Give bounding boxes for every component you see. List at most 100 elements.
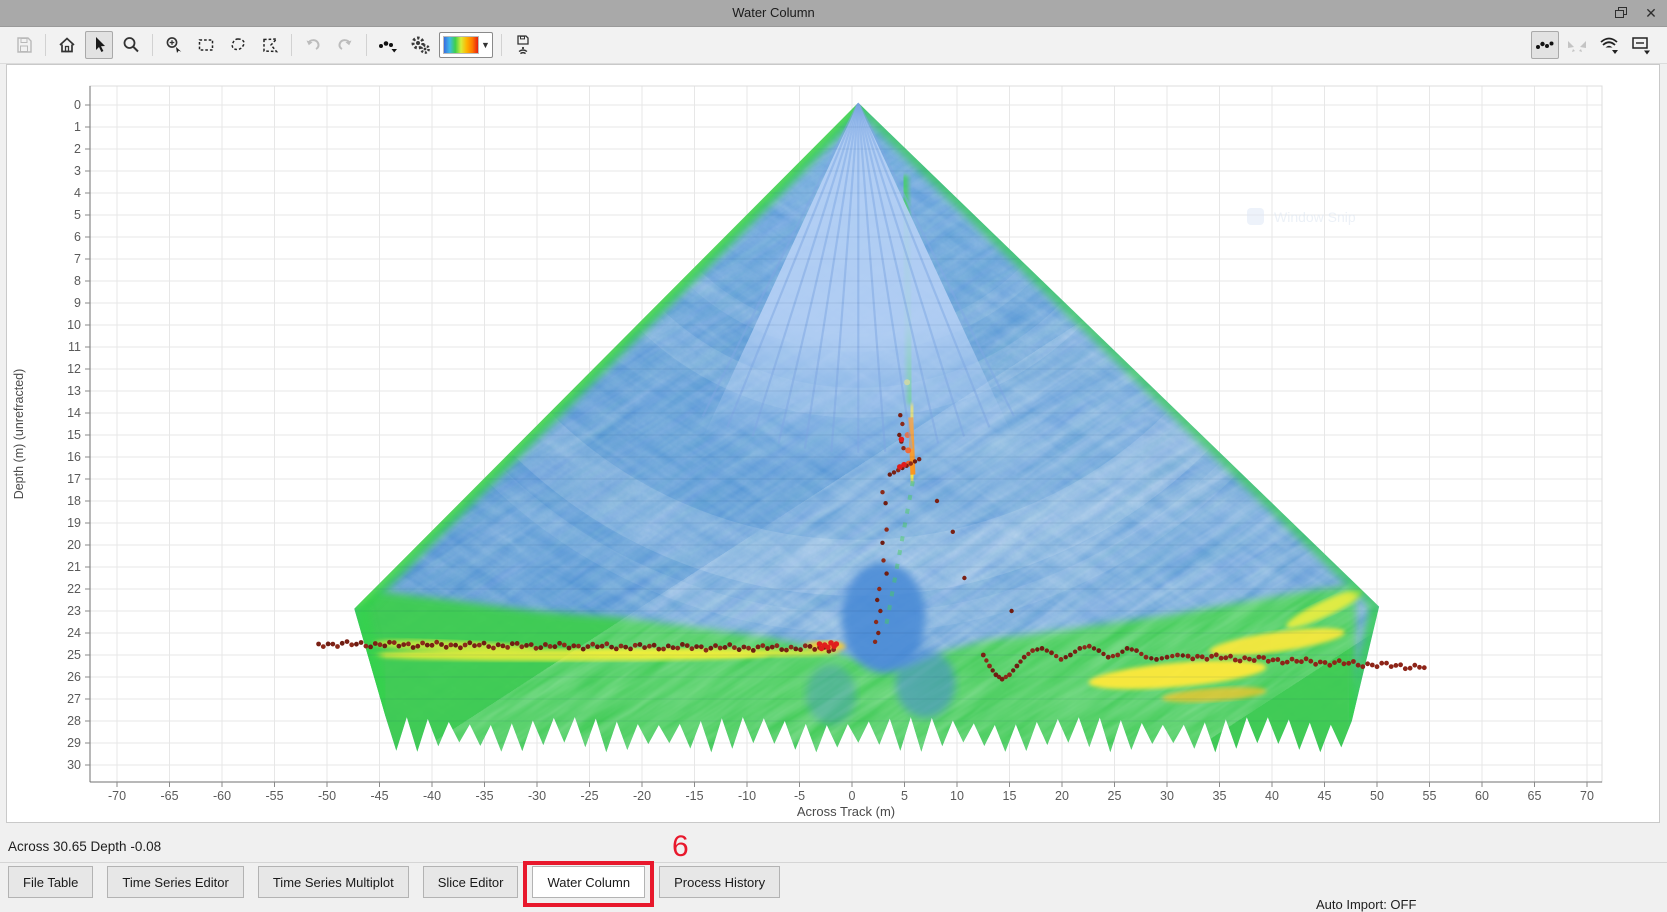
svg-text:-10: -10 [738,789,756,803]
redo-icon[interactable] [331,31,359,59]
undo-icon[interactable] [299,31,327,59]
svg-text:19: 19 [67,516,81,530]
bottom-bar: Across 30.65 Depth -0.08 File TableTime … [0,824,1667,910]
svg-text:70: 70 [1580,789,1594,803]
svg-text:11: 11 [68,340,81,354]
svg-text:-70: -70 [108,789,126,803]
rect-select-icon[interactable] [192,31,220,59]
svg-text:-55: -55 [265,789,283,803]
svg-text:23: 23 [67,604,81,618]
svg-text:-15: -15 [685,789,703,803]
svg-text:18: 18 [67,494,81,508]
y-axis-title: Depth (m) (unrefracted) [12,369,26,500]
svg-text:-50: -50 [318,789,336,803]
magnifier-icon[interactable] [117,31,145,59]
svg-text:-45: -45 [370,789,388,803]
svg-text:8: 8 [74,274,81,288]
svg-text:14: 14 [67,406,81,420]
svg-text:30: 30 [1160,789,1174,803]
zoom-select-icon[interactable] [160,31,188,59]
tab-time-series-multiplot[interactable]: Time Series Multiplot [258,866,409,898]
colormap-select[interactable]: ▼ [439,32,493,58]
save-icon[interactable] [10,31,38,59]
polygon-select-icon[interactable] [256,31,284,59]
window-title: Water Column [0,5,1547,20]
annotation-number: 6 [672,832,689,862]
svg-text:-65: -65 [160,789,178,803]
svg-text:21: 21 [67,560,81,574]
svg-text:-25: -25 [580,789,598,803]
pointer-tool-icon[interactable] [85,31,113,59]
water-column-fan [7,65,1659,822]
chevron-down-icon: ▼ [479,40,492,50]
svg-text:0: 0 [74,98,81,112]
restore-window-icon[interactable] [1613,5,1629,21]
svg-text:-20: -20 [633,789,651,803]
export-fan-icon[interactable] [509,31,537,59]
svg-text:27: 27 [67,692,81,706]
colormap-swatch [443,36,479,54]
svg-text:29: 29 [67,736,81,750]
svg-text:60: 60 [1475,789,1489,803]
svg-text:Window Snip: Window Snip [1274,209,1356,225]
svg-text:25: 25 [67,648,81,662]
tab-bar: File Table Time Series Editor Time Series … [8,866,780,898]
divider [0,862,1667,863]
svg-text:2: 2 [74,142,81,156]
svg-text:20: 20 [67,538,81,552]
display-options-icon[interactable] [1627,31,1655,59]
points-view-icon[interactable] [1531,31,1559,59]
tab-file-table[interactable]: File Table [8,866,93,898]
svg-text:-30: -30 [528,789,546,803]
tab-process-history[interactable]: Process History [659,866,780,898]
tab-water-column[interactable]: Water Column [532,866,645,898]
svg-text:5: 5 [901,789,908,803]
close-icon[interactable]: ✕ [1643,5,1659,21]
window-snip-watermark: Window Snip [1247,208,1356,225]
svg-text:10: 10 [67,318,81,332]
tab-time-series-editor[interactable]: Time Series Editor [107,866,243,898]
svg-text:55: 55 [1423,789,1437,803]
home-icon[interactable] [53,31,81,59]
svg-text:1: 1 [74,120,81,134]
point-display-icon[interactable] [374,31,402,59]
svg-text:30: 30 [67,758,81,772]
svg-text:22: 22 [67,582,81,596]
svg-text:28: 28 [67,714,81,728]
lasso-select-icon[interactable] [224,31,252,59]
svg-text:20: 20 [1055,789,1069,803]
fan-pair-view-icon[interactable] [1563,31,1591,59]
svg-text:15: 15 [67,428,81,442]
x-axis-title: Across Track (m) [797,804,895,819]
svg-text:6: 6 [74,230,81,244]
svg-text:45: 45 [1318,789,1332,803]
svg-text:25: 25 [1108,789,1122,803]
svg-text:15: 15 [1003,789,1017,803]
svg-text:12: 12 [67,362,81,376]
toolbar: ▼ [0,27,1667,64]
application-window: { "window": { "title": "Water Column", "… [0,0,1667,910]
title-bar: Water Column ✕ [0,0,1667,27]
settings-gears-icon[interactable] [406,31,434,59]
svg-text:13: 13 [67,384,81,398]
svg-text:-35: -35 [475,789,493,803]
svg-text:35: 35 [1213,789,1227,803]
water-column-plot-panel[interactable]: 0123456789101112131415161718192021222324… [6,64,1660,823]
fan-view-icon[interactable] [1595,31,1623,59]
svg-text:3: 3 [74,164,81,178]
svg-text:26: 26 [67,670,81,684]
svg-text:-60: -60 [213,789,231,803]
tab-slice-editor[interactable]: Slice Editor [423,866,519,898]
svg-text:24: 24 [67,626,81,640]
svg-text:9: 9 [74,296,81,310]
svg-text:40: 40 [1265,789,1279,803]
svg-text:0: 0 [849,789,856,803]
svg-text:50: 50 [1370,789,1384,803]
svg-text:-40: -40 [423,789,441,803]
svg-text:5: 5 [74,208,81,222]
svg-text:-5: -5 [794,789,805,803]
svg-text:10: 10 [950,789,964,803]
water-column-chart: 0123456789101112131415161718192021222324… [7,65,1659,822]
svg-text:65: 65 [1528,789,1542,803]
svg-text:4: 4 [74,186,81,200]
